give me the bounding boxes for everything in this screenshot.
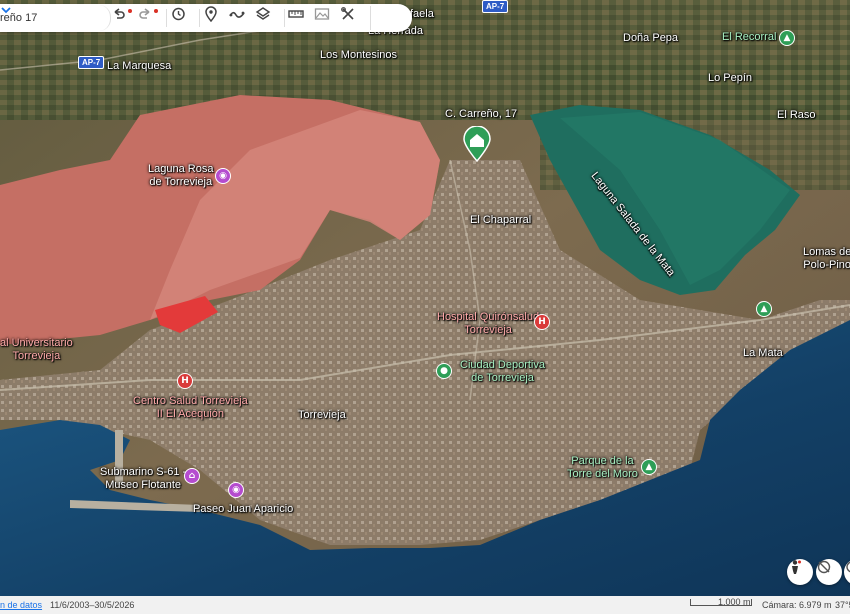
- image-overlay-icon[interactable]: [314, 6, 340, 30]
- place-label: Lo Pepín: [708, 72, 753, 84]
- satellite-map[interactable]: AP-7 AP-7 La Marquesa Los Montesinos La …: [0, 0, 850, 596]
- place-label: Los Montesinos: [320, 49, 398, 61]
- search-input[interactable]: [0, 5, 111, 31]
- hospital-icon[interactable]: H: [177, 373, 193, 389]
- hospital-icon[interactable]: H: [534, 314, 550, 330]
- ruler-icon[interactable]: [288, 6, 314, 30]
- place-label: Submarino S-61 - Museo Flotante: [100, 466, 186, 491]
- home-pin-icon[interactable]: [462, 126, 492, 162]
- pegman-icon[interactable]: [787, 559, 813, 585]
- data-attribution-link[interactable]: n de datos: [0, 600, 42, 610]
- place-label: Laguna Rosa de Torrevieja: [148, 163, 214, 188]
- place-label: El Chaparral: [470, 214, 532, 226]
- place-label: La Marquesa: [107, 60, 172, 72]
- chevron-down-icon[interactable]: [1, 6, 397, 30]
- place-label: Paseo Juan Aparicio: [193, 503, 294, 515]
- pin-icon[interactable]: [203, 6, 229, 30]
- sports-icon[interactable]: ●: [436, 363, 452, 379]
- scale-bar: [690, 599, 752, 606]
- place-label: El Recorral: [722, 31, 777, 43]
- place-label: al Universitario Torrevieja: [0, 337, 73, 362]
- place-label: Parque de la Torre del Moro: [567, 455, 638, 480]
- imagery-date-range: 11/6/2003–30/5/2026: [50, 600, 135, 610]
- coordinates: 37°5: [835, 600, 850, 610]
- layers-icon[interactable]: [255, 6, 281, 30]
- address-label: C. Carreño, 17: [445, 108, 518, 120]
- park-icon[interactable]: ▲: [641, 459, 657, 475]
- compass-icon[interactable]: [816, 559, 842, 585]
- place-label: Ciudad Deportiva de Torrevieja: [460, 359, 545, 384]
- place-label: faela: [410, 8, 434, 20]
- map-toolbar: [0, 4, 412, 32]
- status-bar: n de datos 11/6/2003–30/5/2026 1.000 m C…: [0, 596, 850, 614]
- poi-icon[interactable]: ◉: [228, 482, 244, 498]
- place-label: Centro Salud Torrevieja II El Acequión: [133, 395, 248, 420]
- place-label: El Raso: [777, 109, 816, 121]
- park-icon[interactable]: ▲: [779, 30, 795, 46]
- poi-icon[interactable]: ◉: [215, 168, 231, 184]
- undo-icon[interactable]: [111, 6, 137, 30]
- place-label: La Mata: [743, 347, 783, 359]
- redo-icon[interactable]: [137, 6, 163, 30]
- history-icon[interactable]: [170, 6, 196, 30]
- camera-altitude: Cámara: 6.979 m: [762, 600, 832, 610]
- place-label: Hospital Quirónsalud Torrevieja: [437, 311, 540, 336]
- park-icon[interactable]: ▲: [756, 301, 772, 317]
- path-icon[interactable]: [229, 6, 255, 30]
- tools-icon[interactable]: [340, 6, 366, 30]
- place-label: Doña Pepa: [623, 32, 679, 44]
- ap7-shield: AP-7: [482, 0, 509, 13]
- map-imagery: [0, 0, 850, 596]
- place-label: Torrevieja: [298, 409, 346, 421]
- place-label: Lomas de Polo-Pino: [803, 246, 850, 271]
- ap7-shield: AP-7: [78, 56, 105, 69]
- museum-icon[interactable]: ⌂: [184, 468, 200, 484]
